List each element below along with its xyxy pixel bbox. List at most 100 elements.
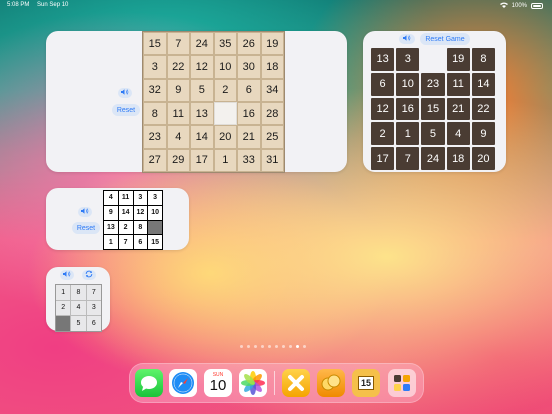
puzzle-tile[interactable]: 2 [56, 300, 71, 316]
puzzle-tile[interactable]: 19 [260, 32, 284, 56]
puzzle-tile[interactable]: 8 [143, 101, 167, 126]
puzzle-tile[interactable]: 35 [213, 32, 237, 56]
puzzle-tile[interactable]: 12 [190, 55, 214, 79]
photos-app-icon[interactable] [239, 369, 267, 397]
puzzle-tile[interactable]: 6 [237, 78, 261, 102]
page-dot[interactable] [268, 345, 271, 348]
puzzle-tile[interactable]: 5 [190, 78, 214, 102]
puzzle-tile[interactable]: 12 [371, 97, 395, 121]
puzzle-tile[interactable]: 14 [471, 72, 495, 96]
puzzle-tile[interactable]: 13 [190, 101, 214, 126]
page-dot[interactable] [254, 345, 257, 348]
messages-app-icon[interactable] [135, 369, 163, 397]
puzzle-tile[interactable]: 16 [396, 97, 420, 121]
empty-tile[interactable] [421, 48, 445, 71]
empty-tile[interactable] [213, 101, 237, 126]
page-dot[interactable] [296, 345, 299, 348]
puzzle-tile[interactable]: 32 [143, 78, 167, 102]
page-dot[interactable] [261, 345, 264, 348]
puzzle-tile[interactable]: 21 [237, 125, 261, 149]
puzzle-tile[interactable]: 15 [143, 32, 167, 56]
calendar-app-icon[interactable]: SUN 10 [204, 369, 232, 397]
puzzle-tile[interactable]: 17 [371, 147, 395, 170]
puzzle-tile[interactable]: 9 [166, 78, 190, 102]
page-dot[interactable] [240, 345, 243, 348]
page-dot[interactable] [303, 345, 306, 348]
recent-apps-folder-icon[interactable] [388, 369, 416, 397]
puzzle-tile[interactable]: 3 [86, 300, 101, 316]
puzzle-tile[interactable]: 27 [143, 148, 167, 172]
puzzle-tile[interactable]: 31 [260, 148, 284, 172]
puzzle-tile[interactable]: 11 [118, 191, 133, 205]
puzzle-tile[interactable]: 3 [148, 191, 162, 205]
puzzle-tile[interactable]: 26 [237, 32, 261, 56]
puzzle-tile[interactable]: 24 [421, 147, 445, 170]
cross-puzzle-app-icon[interactable] [282, 369, 310, 397]
page-dot[interactable] [247, 345, 250, 348]
puzzle-tile[interactable]: 2 [213, 78, 237, 102]
puzzle-tile[interactable]: 9 [471, 122, 495, 146]
puzzle-tile[interactable]: 1 [213, 148, 237, 172]
puzzle-tile[interactable]: 4 [446, 122, 470, 146]
puzzle-tile[interactable]: 1 [396, 122, 420, 146]
puzzle-tile[interactable]: 7 [396, 147, 420, 170]
reset-game-button[interactable]: Reset Game [420, 33, 470, 45]
puzzle-tile[interactable]: 28 [260, 101, 284, 126]
puzzle-tile[interactable]: 1 [56, 285, 71, 300]
puzzle-tile[interactable]: 5 [71, 316, 86, 331]
puzzle-tile[interactable]: 8 [471, 48, 495, 71]
puzzle-tile[interactable]: 21 [446, 97, 470, 121]
puzzle-tile[interactable]: 3 [133, 191, 148, 205]
puzzle-tile[interactable]: 7 [86, 285, 101, 300]
empty-tile[interactable] [148, 220, 162, 235]
puzzle-tile[interactable]: 11 [166, 101, 190, 126]
reset-button[interactable]: Reset [72, 222, 100, 234]
puzzle-tile[interactable]: 33 [237, 148, 261, 172]
puzzle-tile[interactable]: 16 [237, 101, 261, 126]
puzzle-tile[interactable]: 8 [71, 285, 86, 300]
page-dot[interactable] [282, 345, 285, 348]
puzzle-tile[interactable]: 22 [471, 97, 495, 121]
puzzle-tile[interactable]: 6 [86, 316, 101, 331]
puzzle-tile[interactable]: 12 [133, 205, 148, 220]
puzzle-tile[interactable]: 20 [213, 125, 237, 149]
page-dot[interactable] [289, 345, 292, 348]
puzzle-tile[interactable]: 19 [446, 48, 470, 71]
puzzle-tile[interactable]: 18 [446, 147, 470, 170]
puzzle-tile[interactable]: 2 [118, 220, 133, 235]
puzzle-tile[interactable]: 29 [166, 148, 190, 172]
page-indicator[interactable] [240, 345, 306, 348]
puzzle-tile[interactable]: 4 [71, 300, 86, 316]
shuffle-button[interactable] [82, 270, 96, 280]
page-dot[interactable] [275, 345, 278, 348]
reset-button[interactable]: Reset [112, 104, 140, 116]
puzzle-tile[interactable]: 22 [166, 55, 190, 79]
puzzle-tile[interactable]: 4 [166, 125, 190, 149]
puzzle-tile[interactable]: 25 [260, 125, 284, 149]
puzzle-tile[interactable]: 6 [133, 235, 148, 249]
puzzle-tile[interactable]: 8 [133, 220, 148, 235]
puzzle-tile[interactable]: 10 [148, 205, 162, 220]
puzzle-tile[interactable]: 11 [446, 72, 470, 96]
puzzle-tile[interactable]: 13 [104, 220, 118, 235]
puzzle-tile[interactable]: 34 [260, 78, 284, 102]
safari-app-icon[interactable] [169, 369, 197, 397]
sound-button[interactable] [118, 88, 132, 98]
puzzle-tile[interactable]: 9 [104, 205, 118, 220]
puzzle-tile[interactable]: 6 [371, 72, 395, 96]
puzzle-tile[interactable]: 2 [371, 122, 395, 146]
puzzle-tile[interactable]: 1 [104, 235, 118, 249]
puzzle-tile[interactable]: 20 [471, 147, 495, 170]
puzzle-tile[interactable]: 15 [148, 235, 162, 249]
puzzle-tile[interactable]: 5 [421, 122, 445, 146]
puzzle-tile[interactable]: 4 [104, 191, 118, 205]
puzzle-tile[interactable]: 23 [421, 72, 445, 96]
puzzle-tile[interactable]: 24 [190, 32, 214, 56]
sound-button[interactable] [60, 270, 74, 280]
puzzle-tile[interactable]: 13 [371, 48, 395, 71]
puzzle-tile[interactable]: 7 [166, 32, 190, 56]
puzzle-tile[interactable]: 17 [190, 148, 214, 172]
empty-tile[interactable] [56, 316, 71, 331]
puzzle-tile[interactable]: 7 [118, 235, 133, 249]
puzzle-tile[interactable]: 18 [260, 55, 284, 79]
